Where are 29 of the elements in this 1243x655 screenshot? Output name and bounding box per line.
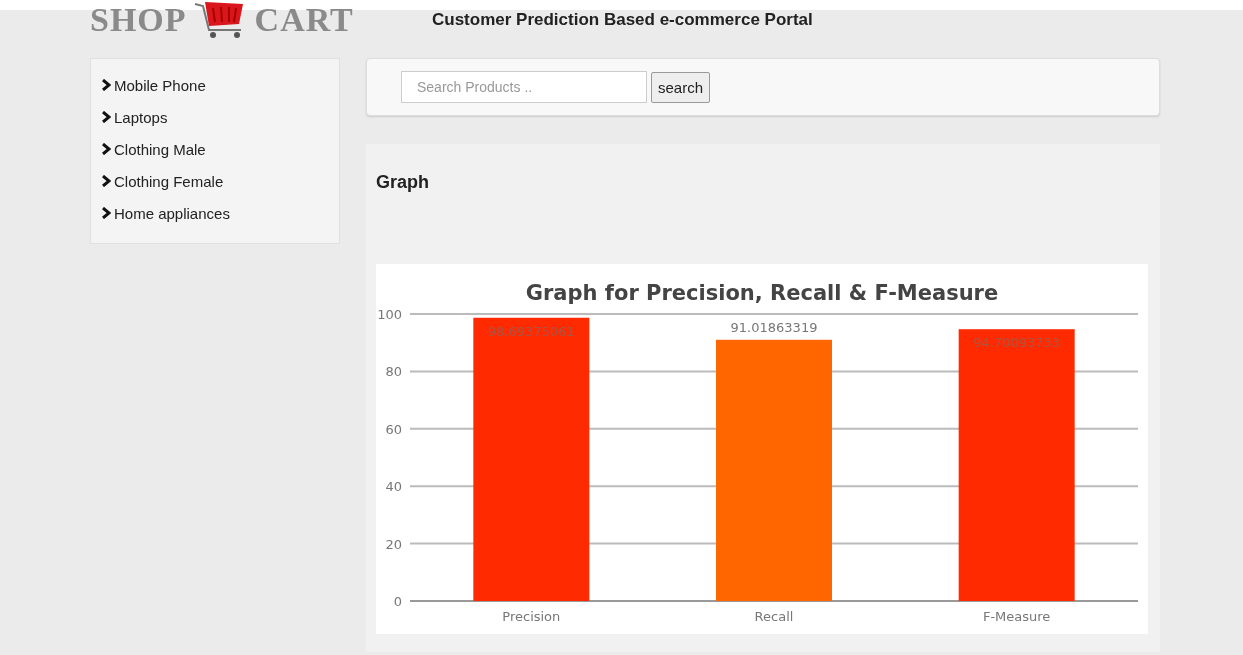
search-field[interactable]: Search Products .. [401, 71, 647, 103]
category-link[interactable]: Laptops [101, 105, 329, 129]
axis-tick-label: 0 [393, 594, 402, 609]
chevron-icon [101, 143, 111, 155]
category-label: F-Measure [982, 609, 1051, 624]
axis-tick-label: 40 [385, 479, 402, 495]
chevron-icon [101, 207, 111, 219]
axis-tick-label: 60 [385, 421, 402, 437]
logo-text: SHOP [90, 1, 187, 39]
chevron-icon [101, 79, 111, 91]
data-label: 98.69375061 [487, 323, 575, 339]
category-label: Recall [754, 609, 794, 624]
category-link[interactable]: Clothing Male [101, 137, 329, 161]
chart-title: Graph for Precision, Recall & F-Measure [525, 281, 999, 305]
category-link[interactable]: Mobile Phone [101, 73, 329, 97]
category-link[interactable]: Clothing Female [101, 169, 329, 193]
axis-tick-label: 100 [377, 307, 402, 322]
data-label: 94.70093733 [973, 335, 1061, 351]
section-heading: Graph [376, 172, 430, 194]
logo-text: CART [254, 1, 354, 39]
category-link[interactable]: Home appliances [101, 201, 329, 225]
axis-tick-label: 80 [385, 364, 402, 380]
site-title: Customer Prediction Based e-commerce Portal [432, 10, 813, 30]
search-button[interactable]: search [651, 71, 711, 103]
chevron-icon [101, 175, 111, 187]
category-label: Precision [502, 609, 561, 624]
axis-tick-label: 20 [385, 536, 402, 552]
chevron-icon [101, 111, 111, 123]
data-label: 91.01863319 [730, 319, 818, 335]
